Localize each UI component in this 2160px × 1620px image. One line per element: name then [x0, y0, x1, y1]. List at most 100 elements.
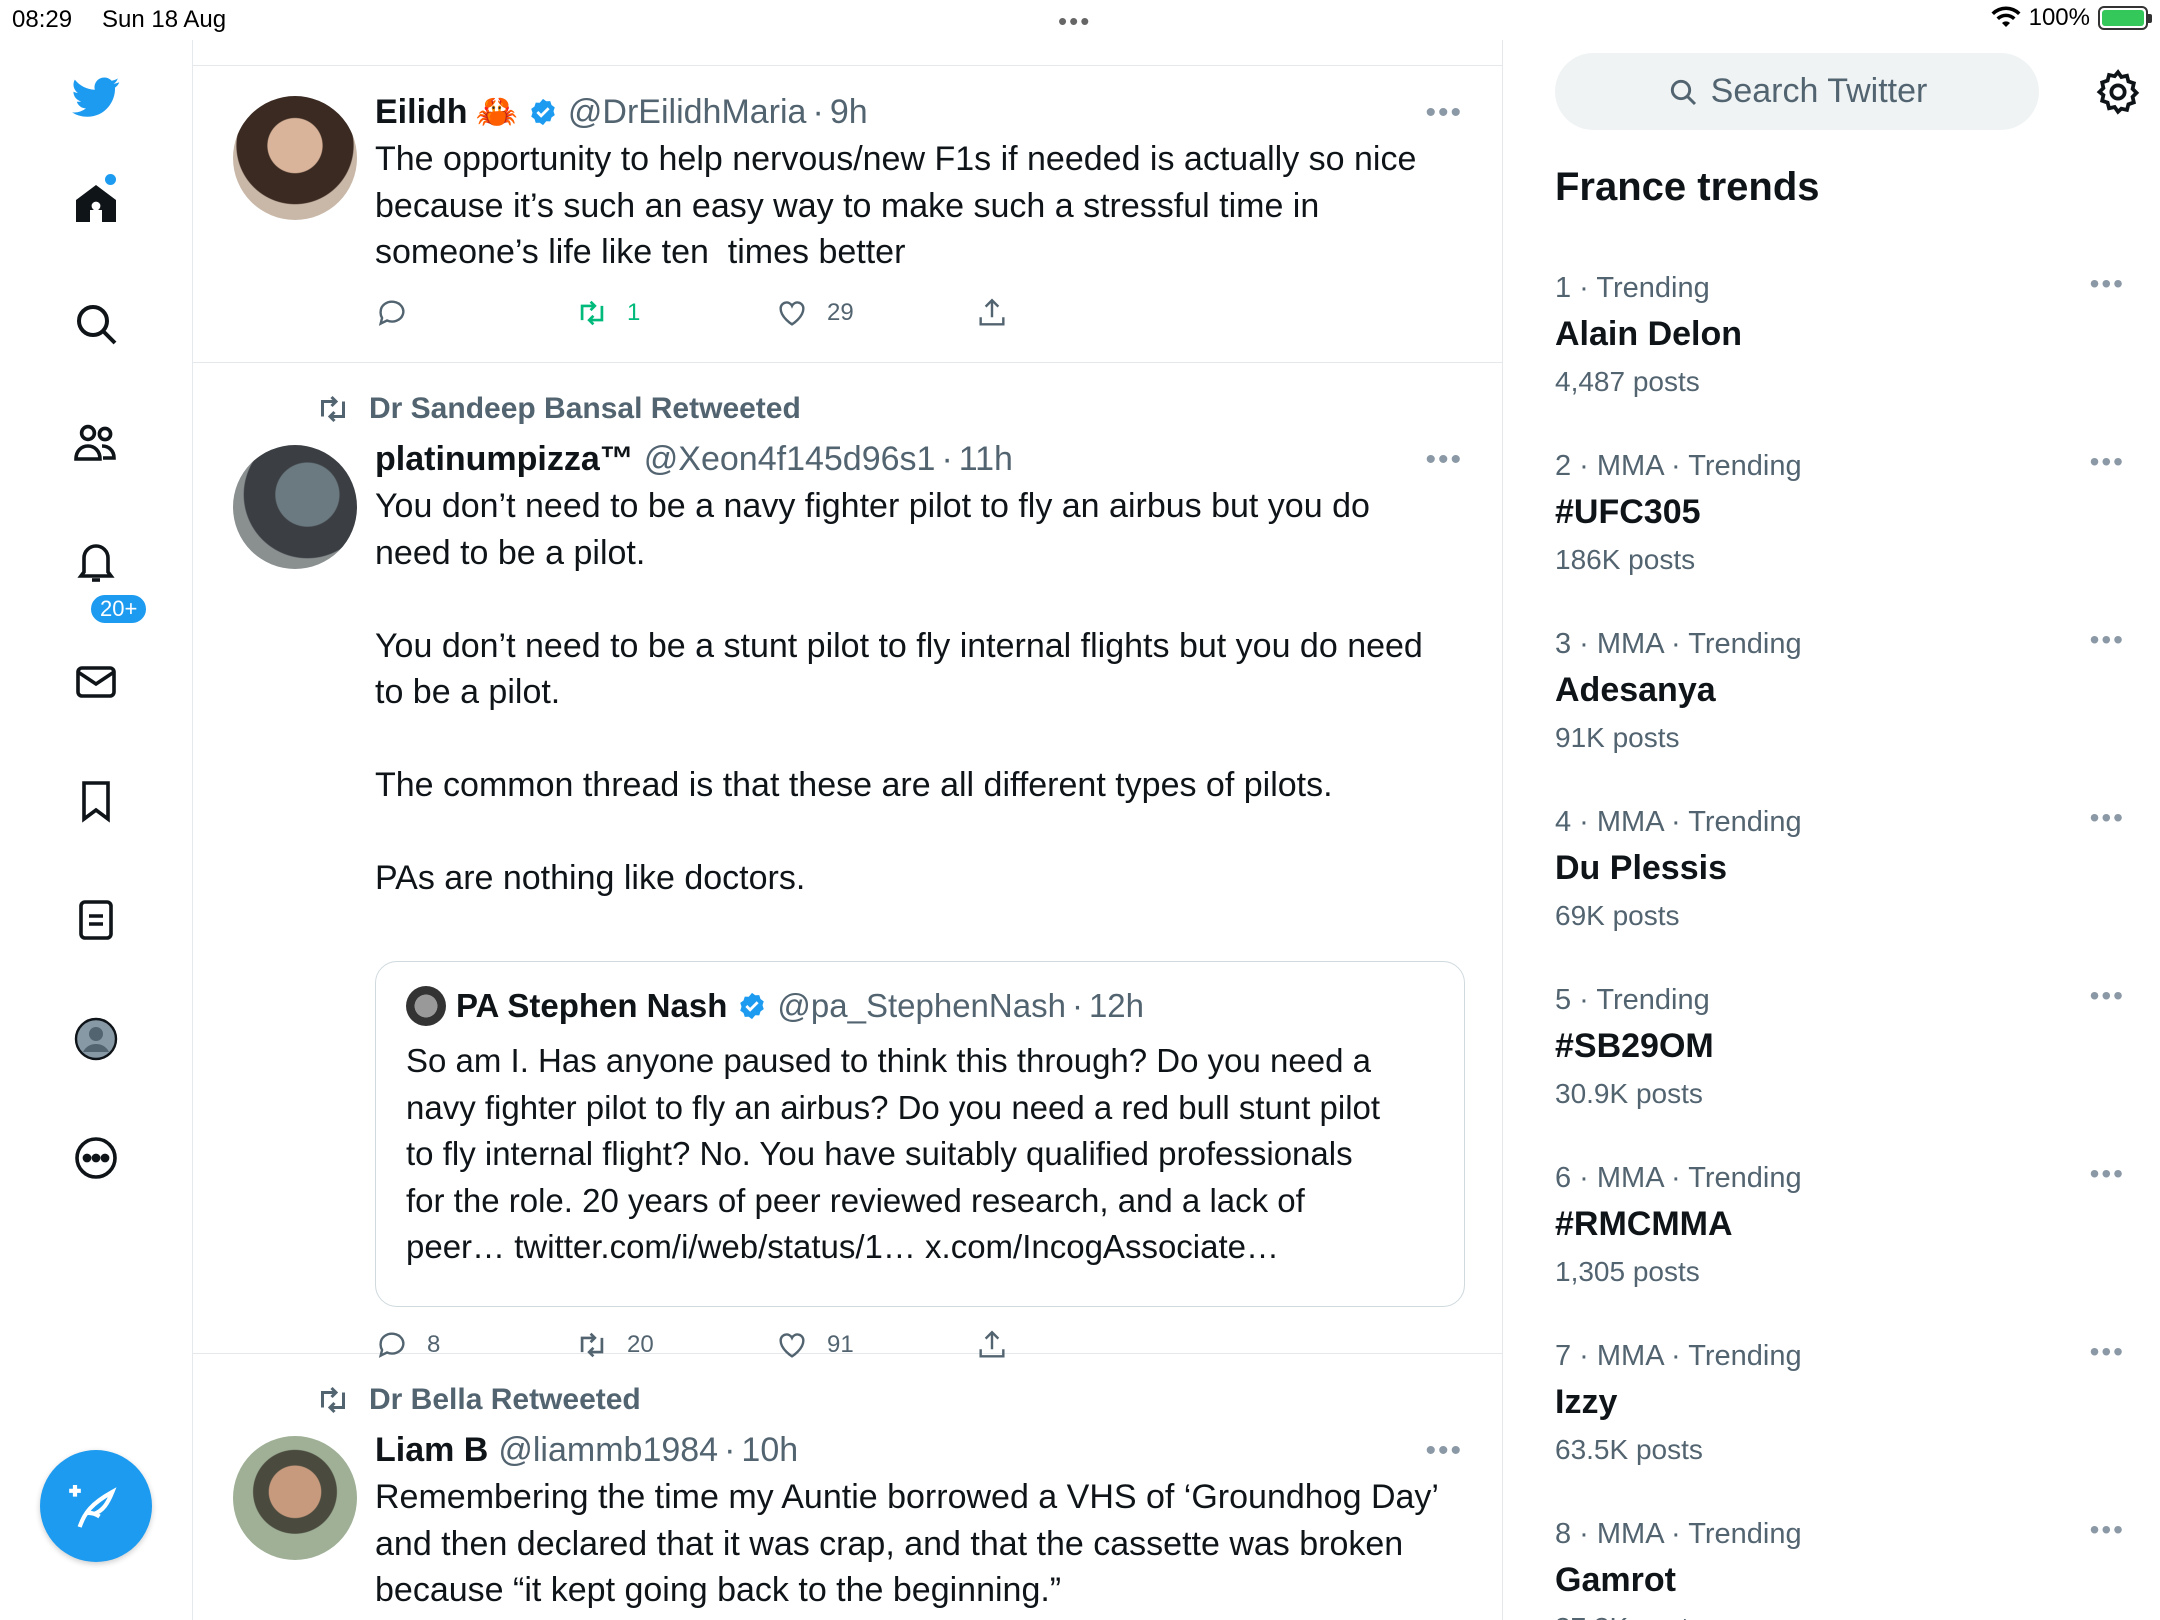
trend-item[interactable]: 4 · MMA · Trending Du Plessis 69K posts …: [1555, 792, 2125, 970]
trend-name: #UFC305: [1555, 493, 1701, 531]
trend-count: 37.3K posts: [1555, 1612, 2125, 1620]
tweet[interactable]: Dr Bella Retweeted Liam B @liammb1984 · …: [193, 1354, 1502, 1620]
trend-name: Adesanya: [1555, 671, 1716, 709]
trend-meta: 4 · MMA · Trending: [1555, 806, 1802, 838]
retweeted-by-line: Dr Bella Retweeted: [315, 1380, 641, 1420]
more-icon[interactable]: [63, 1125, 129, 1191]
avatar[interactable]: [233, 96, 357, 220]
messages-icon[interactable]: [63, 649, 129, 715]
tweet-author-name[interactable]: Liam B: [375, 1431, 488, 1470]
trend-item[interactable]: 7 · MMA · Trending Izzy 63.5K posts •••: [1555, 1326, 2125, 1504]
like-count: 29: [827, 299, 854, 326]
trend-meta: 8 · MMA · Trending: [1555, 1518, 1802, 1550]
trend-name: #SB29OM: [1555, 1027, 1714, 1065]
trends-title: France trends: [1555, 165, 1820, 209]
bookmarks-icon[interactable]: [63, 768, 129, 834]
profile-icon[interactable]: [63, 1006, 129, 1072]
trend-more-icon[interactable]: •••: [2090, 802, 2125, 834]
trend-count: 186K posts: [1555, 544, 1696, 575]
tweet-more-icon[interactable]: •••: [1425, 1434, 1463, 1468]
home-unread-dot: [105, 174, 116, 185]
search-placeholder: Search Twitter: [1710, 72, 1928, 110]
settings-gear-icon[interactable]: [2093, 67, 2143, 117]
trend-meta: 2 · MMA · Trending: [1555, 450, 1802, 482]
retweet-button[interactable]: 1: [575, 291, 640, 335]
tweet-timestamp[interactable]: 10h: [741, 1431, 798, 1470]
trend-more-icon[interactable]: •••: [2090, 1158, 2125, 1190]
quoted-text: So am I. Has anyone paused to think this…: [406, 1042, 1381, 1265]
trend-item[interactable]: 6 · MMA · Trending #RMCMMA 1,305 posts •…: [1555, 1148, 2125, 1326]
tweet-more-icon[interactable]: •••: [1425, 443, 1463, 477]
trend-meta: 5 · Trending: [1555, 984, 1710, 1016]
verified-badge-icon: [528, 97, 558, 127]
retweeted-icon: [321, 395, 345, 423]
trend-name: Alain Delon: [1555, 315, 1743, 353]
trend-count: 69K posts: [1555, 900, 1680, 931]
quoted-author-handle: @pa_StephenNash: [777, 987, 1066, 1024]
tweet[interactable]: Eilidh 🦀 @DrEilidhMaria · 9h ••• The opp…: [193, 66, 1502, 363]
tweet-author-handle[interactable]: @liammb1984: [498, 1431, 718, 1470]
reply-icon: [378, 300, 405, 326]
quoted-author-name: PA Stephen Nash: [456, 987, 728, 1024]
like-button[interactable]: 29: [775, 291, 854, 335]
trend-item[interactable]: 8 · MMA · Trending Gamrot 37.3K posts ••…: [1555, 1504, 2125, 1620]
quoted-timestamp: 12h: [1088, 987, 1144, 1024]
trend-item[interactable]: 1 · Trending Alain Delon 4,487 posts •••: [1555, 258, 2125, 436]
trend-meta: 1 · Trending: [1555, 272, 1710, 304]
left-nav: 20+: [0, 40, 193, 1620]
trend-meta: 6 · MMA · Trending: [1555, 1162, 1802, 1194]
tweet-author-handle[interactable]: @Xeon4f145d96s1: [644, 440, 936, 479]
communities-icon[interactable]: [63, 410, 129, 476]
twitter-logo-icon[interactable]: [63, 64, 129, 130]
reply-button[interactable]: [375, 291, 427, 335]
trend-more-icon[interactable]: •••: [2090, 446, 2125, 478]
notifications-badge: 20+: [88, 592, 150, 626]
trend-item[interactable]: 2 · MMA · Trending #UFC305 186K posts ••…: [1555, 436, 2125, 614]
status-bar: 08:29 Sun 18 Aug ••• 100%: [0, 0, 2160, 40]
trend-name: Gamrot: [1555, 1561, 1676, 1599]
retweeted-icon: [321, 1386, 345, 1414]
retweeted-by-label[interactable]: Dr Sandeep Bansal Retweeted: [369, 392, 801, 426]
trend-count: 4,487 posts: [1555, 366, 1700, 397]
search-input[interactable]: Search Twitter: [1555, 53, 2039, 130]
battery-icon: [2098, 6, 2152, 30]
retweeted-by-line: Dr Sandeep Bansal Retweeted: [315, 389, 801, 429]
trend-meta: 3 · MMA · Trending: [1555, 628, 1802, 660]
verified-badge-icon: [737, 991, 767, 1021]
compose-tweet-button[interactable]: [40, 1450, 152, 1562]
trend-name: Du Plessis: [1555, 849, 1727, 887]
retweet-icon: [580, 300, 604, 326]
trend-more-icon[interactable]: •••: [2090, 624, 2125, 656]
tweet-author-name[interactable]: Eilidh: [375, 93, 468, 132]
share-icon: [979, 298, 1005, 326]
tweet-more-icon[interactable]: •••: [1425, 96, 1463, 130]
share-button[interactable]: [975, 291, 1009, 335]
tweet-text: The opportunity to help nervous/new F1s …: [375, 140, 1417, 271]
notifications-icon[interactable]: [63, 529, 129, 595]
avatar[interactable]: [233, 1436, 357, 1560]
search-icon[interactable]: [63, 291, 129, 357]
tweet[interactable]: Dr Sandeep Bansal Retweeted platinumpizz…: [193, 363, 1502, 1358]
trend-more-icon[interactable]: •••: [2090, 980, 2125, 1012]
tweet-author-handle[interactable]: @DrEilidhMaria: [568, 93, 807, 132]
trend-item[interactable]: 3 · MMA · Trending Adesanya 91K posts ••…: [1555, 614, 2125, 792]
tweet-timestamp[interactable]: 9h: [830, 93, 868, 132]
status-time: 08:29: [12, 6, 73, 33]
timeline-top-edge: [193, 40, 1502, 66]
tweet-author-name[interactable]: platinumpizza™: [375, 440, 634, 479]
trend-more-icon[interactable]: •••: [2090, 268, 2125, 300]
trend-more-icon[interactable]: •••: [2090, 1336, 2125, 1368]
quoted-tweet[interactable]: PA Stephen Nash @pa_StephenNash · 12h So…: [375, 961, 1465, 1307]
wifi-icon: [1991, 6, 2021, 27]
retweet-count: 1: [627, 299, 641, 326]
tweet-timestamp[interactable]: 11h: [959, 440, 1013, 479]
lists-icon[interactable]: [63, 887, 129, 953]
trend-item[interactable]: 5 · Trending #SB29OM 30.9K posts •••: [1555, 970, 2125, 1148]
heart-icon: [779, 301, 805, 326]
avatar[interactable]: [233, 445, 357, 569]
status-date: Sun 18 Aug: [102, 6, 227, 33]
home-icon[interactable]: [63, 171, 129, 237]
trend-more-icon[interactable]: •••: [2090, 1514, 2125, 1546]
retweeted-by-label[interactable]: Dr Bella Retweeted: [369, 1383, 641, 1417]
multitask-dots-icon[interactable]: •••: [1058, 6, 1091, 37]
